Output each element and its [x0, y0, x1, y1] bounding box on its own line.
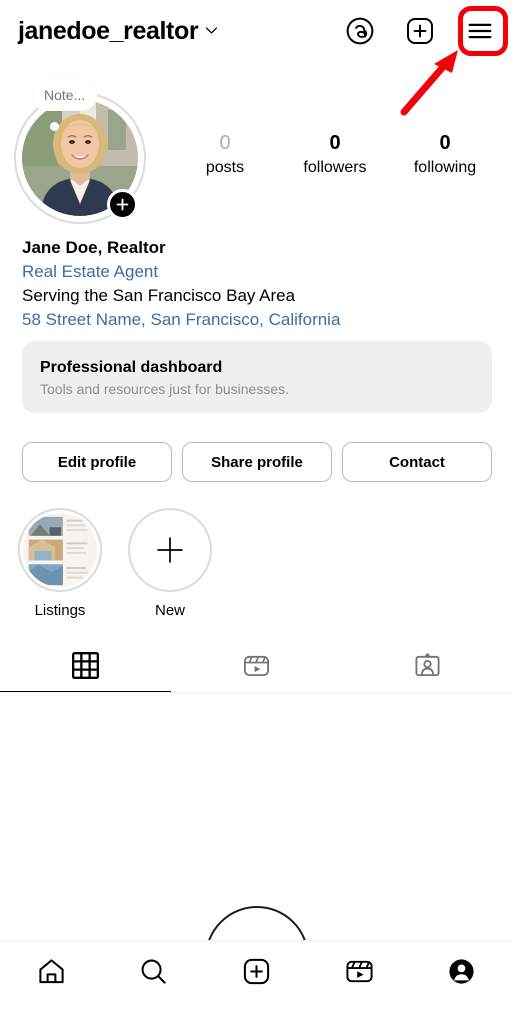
nav-profile[interactable] [410, 941, 513, 986]
stat-posts-value: 0 [219, 132, 231, 154]
stat-following-label: following [413, 159, 477, 176]
highlight-new-label: New [154, 602, 185, 619]
dashboard-subtitle: Tools and resources just for businesses. [40, 381, 290, 398]
profile-avatar-icon [449, 959, 474, 984]
tagged-icon [415, 652, 440, 676]
edit-profile-button[interactable]: Edit profile [22, 442, 172, 482]
dashboard-title: Professional dashboard [40, 359, 223, 376]
tab-tagged[interactable] [342, 637, 513, 693]
contact-button[interactable]: Contact [342, 442, 492, 482]
story-highlights: Listings New [18, 508, 212, 619]
bottom-navigation-bar [0, 940, 513, 1024]
highlight-new[interactable]: New [128, 508, 212, 619]
stat-followers-label: followers [303, 159, 367, 176]
new-post-icon[interactable] [404, 16, 435, 47]
stat-following-value: 0 [439, 132, 451, 154]
bio-address[interactable]: 58 Street Name, San Francisco, Californi… [22, 308, 492, 332]
profile-bio: Jane Doe, Realtor Real Estate Agent Serv… [22, 236, 492, 333]
account-switcher[interactable]: janedoe_realtor [18, 17, 344, 46]
nav-search[interactable] [103, 941, 206, 986]
new-highlight-button[interactable] [128, 508, 212, 592]
tab-reels[interactable] [171, 637, 342, 693]
stat-posts[interactable]: 0 posts [170, 130, 280, 179]
profile-stats: 0 posts 0 followers 0 following [170, 130, 500, 179]
bio-category[interactable]: Real Estate Agent [22, 260, 492, 284]
search-icon [141, 959, 167, 984]
header-icon-group [344, 16, 495, 47]
username-label: janedoe_realtor [18, 16, 199, 45]
share-profile-button[interactable]: Share profile [182, 442, 332, 482]
stat-followers-value: 0 [329, 132, 341, 154]
stat-posts-label: posts [205, 159, 245, 176]
add-story-button[interactable] [107, 189, 138, 220]
tab-grid[interactable] [0, 637, 171, 693]
nav-create[interactable] [205, 941, 308, 986]
bio-display-name: Jane Doe, Realtor [22, 238, 166, 257]
home-icon [39, 959, 64, 984]
stat-following[interactable]: 0 following [390, 130, 500, 179]
nav-reels[interactable] [308, 941, 411, 986]
threads-icon[interactable] [344, 16, 375, 47]
highlight-listings-cover[interactable] [18, 508, 102, 592]
highlight-listings[interactable]: Listings [18, 508, 102, 619]
tabs-divider [0, 692, 513, 693]
instagram-profile-screen: janedoe_realtor Note... 0 posts 0 follow… [0, 0, 513, 1024]
profile-summary: Note... 0 posts 0 followers 0 following [0, 80, 513, 224]
profile-action-buttons: Edit profile Share profile Contact [22, 442, 492, 482]
reels-icon [244, 655, 269, 676]
note-bubble[interactable]: Note... [32, 80, 98, 111]
professional-dashboard-card[interactable]: Professional dashboard Tools and resourc… [22, 341, 492, 413]
profile-avatar-wrap[interactable]: Note... [14, 80, 146, 224]
nav-home[interactable] [0, 941, 103, 986]
bio-description: Serving the San Francisco Bay Area [22, 286, 296, 306]
hamburger-menu-icon[interactable] [464, 16, 495, 47]
highlight-listings-label: Listings [34, 602, 86, 619]
app-header: janedoe_realtor [0, 0, 513, 62]
profile-tabs [0, 637, 513, 693]
grid-icon [72, 651, 99, 679]
chevron-down-icon[interactable] [205, 24, 218, 37]
plus-square-icon [243, 958, 270, 985]
note-bubble-tail [50, 122, 59, 131]
stat-followers[interactable]: 0 followers [280, 130, 390, 179]
reels-icon [346, 960, 373, 983]
